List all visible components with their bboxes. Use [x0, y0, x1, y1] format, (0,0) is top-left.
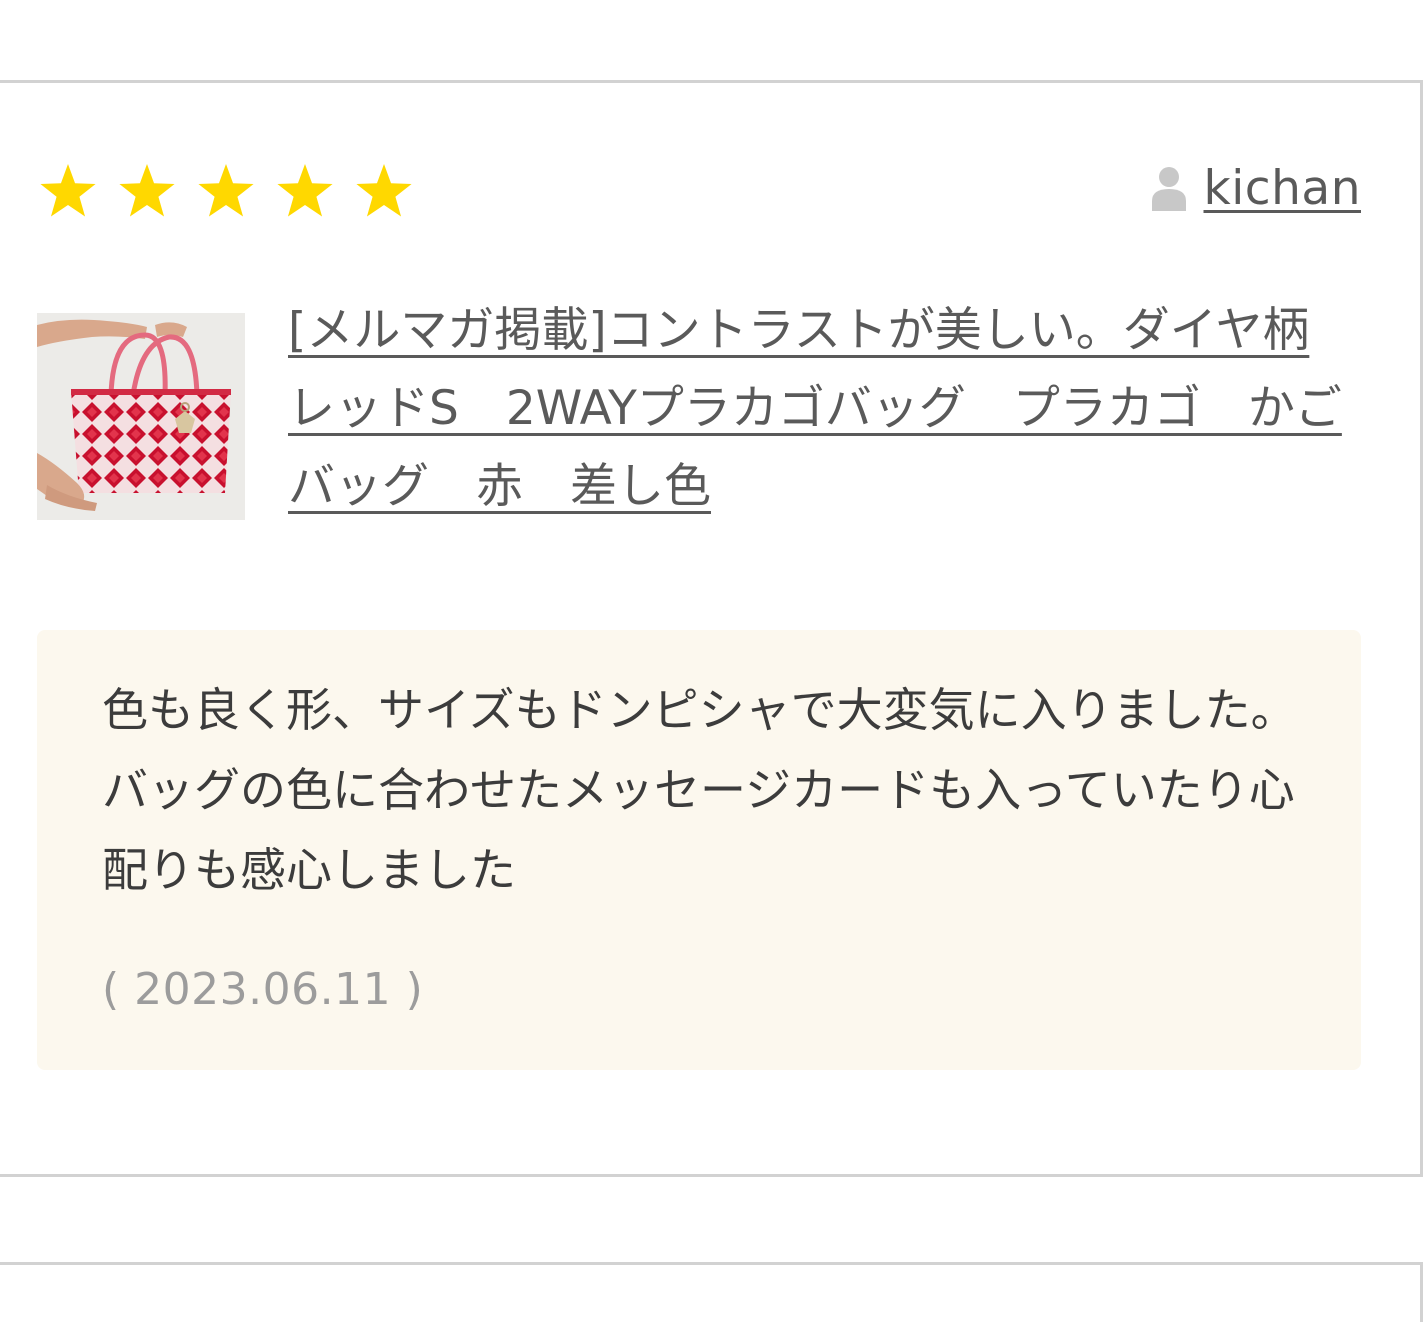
product-thumbnail[interactable]	[37, 313, 245, 520]
review-date: ( 2023.06.11 )	[102, 964, 424, 1015]
comment-box: 色も良く形、サイズもドンピシャで大変気に入りました。バッグの色に合わせたメッセー…	[37, 630, 1361, 1070]
star-icon	[275, 160, 352, 222]
product-title-link[interactable]: [メルマガ掲載]コントラストが美しい。ダイヤ柄レッドS 2WAYプラカゴバッグ …	[288, 292, 1348, 526]
user-icon	[1150, 165, 1188, 211]
next-review-card	[0, 1262, 1423, 1322]
star-icon	[38, 160, 115, 222]
red-diamond-pattern-bag-photo-icon	[37, 313, 245, 520]
star-icon	[117, 160, 194, 222]
star-icon	[354, 160, 431, 222]
reviewer[interactable]: kichan	[1150, 160, 1362, 216]
star-icon	[196, 160, 273, 222]
rating-stars	[38, 160, 431, 222]
review-comment: 色も良く形、サイズもドンピシャで大変気に入りました。バッグの色に合わせたメッセー…	[102, 683, 1297, 897]
reviewer-name-link[interactable]: kichan	[1204, 161, 1362, 216]
